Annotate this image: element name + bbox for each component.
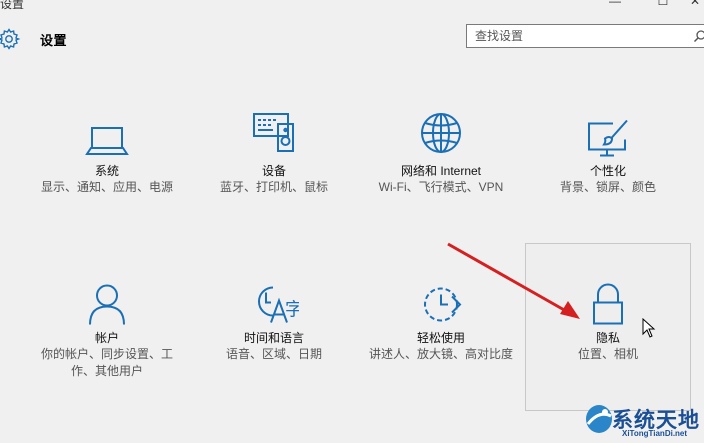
tile-description: 显示、通知、应用、电源 — [40, 180, 173, 194]
devices-icon — [253, 113, 294, 152]
page-title: 设置 — [40, 33, 68, 48]
lock-icon — [593, 283, 623, 325]
watermark: 系统天地 XiTongTianDi.net — [582, 398, 704, 443]
tile-description: 蓝牙、打印机、鼠标 — [219, 180, 328, 194]
time-language-icon: 字 — [258, 286, 299, 323]
tile-title: 设备 — [261, 164, 286, 178]
tile-title: 轻松使用 — [416, 331, 465, 345]
search-input[interactable] — [475, 27, 685, 45]
tile-description: 位置、相机 — [577, 347, 638, 361]
window-title: 设置 — [0, 0, 25, 11]
tile-system[interactable]: 系统 显示、通知、应用、电源 — [27, 117, 187, 277]
laptop-icon — [85, 127, 129, 155]
globe-icon — [421, 113, 461, 153]
gear-icon — [0, 28, 21, 50]
tile-personalization[interactable]: 个性化 背景、锁屏、颜色 — [528, 115, 688, 275]
tile-description: 语音、区域、日期 — [225, 347, 322, 361]
person-icon — [89, 284, 125, 325]
tile-title: 时间和语言 — [243, 331, 304, 345]
tile-title: 网络和 Internet — [400, 164, 482, 178]
minimize-button[interactable]: — — [600, 0, 630, 10]
mouse-cursor-icon — [642, 318, 656, 338]
tile-description: Wi-Fi、飞行模式、VPN — [378, 180, 504, 194]
personalization-icon — [588, 119, 628, 157]
title-bar: 设置 — ☐ ✕ — [0, 0, 704, 14]
tile-description: 讲述人、放大镜、高对比度 — [368, 347, 513, 361]
search-box[interactable] — [466, 24, 704, 48]
tile-title: 个性化 — [589, 164, 626, 178]
tile-accounts[interactable]: 帐户 你的帐户、同步设置、工作、其他用户 — [27, 280, 187, 440]
tile-time-language[interactable]: 字 时间和语言 语音、区域、日期 — [194, 280, 354, 440]
svg-text:字: 字 — [285, 300, 299, 321]
maximize-button[interactable]: ☐ — [648, 0, 678, 10]
close-button[interactable]: ✕ — [684, 0, 704, 10]
tile-title: 系统 — [94, 164, 119, 178]
search-icon[interactable] — [693, 29, 704, 43]
tile-description: 背景、锁屏、颜色 — [559, 180, 656, 194]
tile-devices[interactable]: 设备 蓝牙、打印机、鼠标 — [194, 110, 354, 270]
tile-title: 隐私 — [595, 331, 620, 345]
watermark-url: XiTongTianDi.net — [622, 429, 688, 438]
watermark-logo-icon — [586, 405, 612, 433]
tile-network[interactable]: 网络和 Internet Wi-Fi、飞行模式、VPN — [361, 112, 521, 272]
tile-ease-of-access[interactable]: 轻松使用 讲述人、放大镜、高对比度 — [361, 280, 521, 440]
ease-of-access-icon — [424, 287, 462, 322]
tile-description: 你的帐户、同步设置、工作、其他用户 — [40, 347, 173, 378]
tile-title: 帐户 — [94, 331, 119, 345]
